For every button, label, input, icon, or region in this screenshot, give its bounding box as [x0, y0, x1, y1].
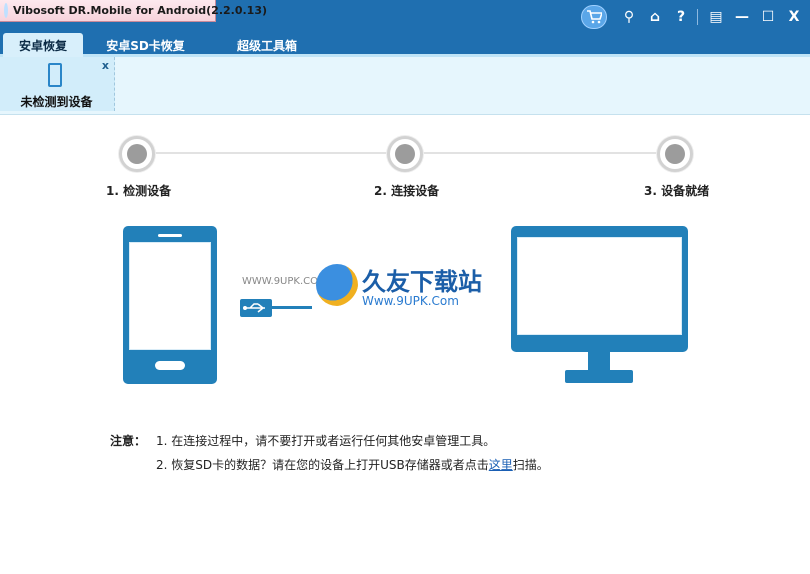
watermark-url: Www.9UPK.Com: [362, 294, 459, 308]
window-title: Vibosoft DR.Mobile for Android(2.2.0.13): [13, 4, 267, 17]
watermark-logo-icon: [316, 264, 358, 306]
app-logo-icon: [4, 3, 8, 18]
step-2-label: 2. 连接设备: [374, 184, 440, 198]
usb-plug-icon: [240, 299, 272, 317]
monitor-illustration: [511, 226, 688, 352]
note-line-2: 2. 恢复SD卡的数据？请在您的设备上打开USB存储器或者点击这里扫描。: [156, 456, 549, 473]
search-icon[interactable]: ⚲: [617, 5, 641, 29]
device-strip: x 未检测到设备: [0, 57, 810, 115]
main-tabs: 安卓恢复 安卓SD卡恢复 超级工具箱: [0, 33, 810, 57]
step-2-indicator: [387, 136, 423, 172]
monitor-stand: [588, 352, 610, 372]
monitor-screen: [517, 237, 682, 335]
watermark: 久友下载站 Www.9UPK.Com: [316, 262, 496, 318]
cart-icon[interactable]: [581, 5, 607, 29]
tab-android-recovery[interactable]: 安卓恢复: [3, 33, 83, 57]
home-icon[interactable]: ⌂: [643, 5, 667, 29]
usb-cable: [272, 306, 312, 309]
notes-title: 注意：: [110, 434, 147, 448]
phone-screen: [129, 242, 211, 350]
step-1-label: 1. 检测设备: [106, 184, 172, 198]
step-connector-1: [155, 152, 387, 154]
phone-icon: [48, 63, 62, 87]
maximize-icon[interactable]: ☐: [756, 5, 780, 29]
step-connector-2: [423, 152, 657, 154]
close-icon[interactable]: X: [782, 5, 806, 29]
toolbar-separator: [697, 9, 698, 25]
watermark-name: 久友下载站: [362, 268, 482, 296]
help-icon[interactable]: ?: [669, 5, 693, 29]
watermark-url-small: WWW.9UPK.COM: [242, 276, 327, 287]
note-line-1: 1. 在连接过程中，请不要打开或者运行任何其他安卓管理工具。: [156, 434, 496, 448]
phone-illustration: [123, 226, 217, 384]
note-line-2-suffix: 扫描。: [512, 458, 549, 472]
step-1-indicator: [119, 136, 155, 172]
minimize-icon[interactable]: —: [730, 5, 754, 29]
feedback-icon[interactable]: ▤: [704, 5, 728, 29]
tab-toolbox[interactable]: 超级工具箱: [212, 33, 322, 57]
device-card[interactable]: x 未检测到设备: [0, 57, 115, 111]
tab-sd-card-recovery[interactable]: 安卓SD卡恢复: [88, 33, 203, 57]
step-3-label: 3. 设备就绪: [644, 184, 710, 198]
note-line-2-text: 2. 恢复SD卡的数据？请在您的设备上打开USB存储器或者点击: [156, 458, 489, 472]
device-close-icon[interactable]: x: [102, 59, 109, 72]
monitor-base: [565, 370, 633, 383]
scan-here-link[interactable]: 这里: [489, 458, 513, 472]
title-bar: Vibosoft DR.Mobile for Android(2.2.0.13)…: [0, 0, 810, 33]
step-3-indicator: [657, 136, 693, 172]
device-status-label: 未检测到设备: [20, 95, 93, 109]
title-bar-controls: ⚲ ⌂ ? ▤ — ☐ X: [579, 4, 806, 30]
window-title-box: Vibosoft DR.Mobile for Android(2.2.0.13): [0, 0, 267, 22]
phone-home-button: [155, 361, 185, 370]
